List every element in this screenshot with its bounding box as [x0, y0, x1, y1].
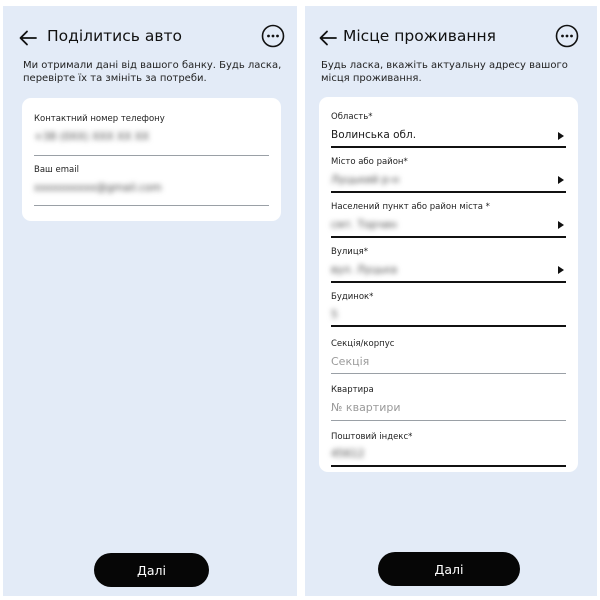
triangle-right-icon[interactable] — [558, 176, 564, 184]
settlement-value: смт. Торчин — [331, 219, 397, 231]
street-value: вул. Луцька — [331, 264, 398, 276]
section-placeholder: Секція — [331, 355, 370, 368]
header: Поділитись авто — [3, 24, 297, 56]
next-button[interactable]: Далі — [378, 552, 520, 586]
phone-value: +38 (0XX) XXX XX XX — [34, 131, 150, 143]
postal-code-field[interactable]: Поштовий індекс* 45612 — [331, 432, 566, 472]
field-underline — [331, 325, 566, 327]
field-underline — [331, 465, 566, 467]
postal-code-value: 45612 — [331, 448, 365, 460]
apartment-field[interactable]: Квартира № квартири — [331, 385, 566, 425]
house-field[interactable]: Будинок* 5 — [331, 292, 566, 332]
field-underline — [331, 191, 566, 193]
triangle-right-icon[interactable] — [558, 221, 564, 229]
section-field[interactable]: Секція/корпус Секція — [331, 339, 566, 379]
field-label: Ваш email — [34, 165, 79, 175]
next-button[interactable]: Далі — [94, 553, 209, 587]
city-value: Луцький р-н — [331, 174, 400, 186]
header: Місце проживання — [305, 24, 597, 56]
field-underline — [331, 420, 566, 421]
street-dropdown[interactable]: Вулиця* вул. Луцька — [331, 247, 566, 287]
city-dropdown[interactable]: Місто або район* Луцький р-н — [331, 157, 566, 197]
field-label: Квартира — [331, 385, 374, 395]
field-underline — [331, 281, 566, 283]
more-options-icon[interactable] — [555, 24, 579, 48]
field-underline — [331, 373, 566, 374]
arrow-left-icon[interactable] — [317, 27, 339, 49]
email-field[interactable]: Ваш email xxxxxxxxxx@gmail.com — [34, 165, 269, 206]
region-dropdown[interactable]: Область* Волинська обл. — [331, 112, 566, 152]
contact-card: Контактний номер телефону +38 (0XX) XXX … — [22, 98, 281, 221]
field-label: Секція/корпус — [331, 339, 395, 349]
address-card: Область* Волинська обл. Місто або район*… — [319, 97, 578, 472]
field-label: Вулиця* — [331, 247, 368, 257]
field-label: Поштовий індекс* — [331, 432, 413, 442]
field-label: Місто або район* — [331, 157, 408, 167]
description: Ми отримали дані від вашого банку. Будь … — [23, 60, 282, 84]
description: Будь ласка, вкажіть актуальну адресу ваш… — [321, 60, 568, 84]
settlement-dropdown[interactable]: Населений пункт або район міста * смт. Т… — [331, 202, 566, 242]
screen-residence: Місце проживання Будь ласка, вкажіть акт… — [305, 6, 597, 596]
email-value: xxxxxxxxxx@gmail.com — [34, 182, 162, 194]
apartment-placeholder: № квартири — [331, 401, 401, 414]
triangle-right-icon[interactable] — [558, 266, 564, 274]
arrow-left-icon[interactable] — [17, 27, 39, 49]
more-options-icon[interactable] — [261, 24, 285, 48]
triangle-right-icon[interactable] — [558, 132, 564, 140]
house-value: 5 — [331, 309, 338, 321]
field-label: Область* — [331, 112, 373, 122]
field-label: Населений пункт або район міста * — [331, 202, 490, 212]
page-title: Місце проживання — [343, 27, 496, 45]
field-underline — [331, 236, 566, 238]
field-label: Будинок* — [331, 292, 374, 302]
field-underline — [34, 205, 269, 206]
screen-share-car: Поділитись авто Ми отримали дані від ваш… — [3, 6, 297, 596]
field-underline — [331, 146, 566, 148]
field-underline — [34, 155, 269, 156]
page-title: Поділитись авто — [47, 27, 182, 45]
region-value: Волинська обл. — [331, 129, 417, 141]
field-label: Контактний номер телефону — [34, 114, 165, 124]
phone-field[interactable]: Контактний номер телефону +38 (0XX) XXX … — [34, 114, 269, 156]
